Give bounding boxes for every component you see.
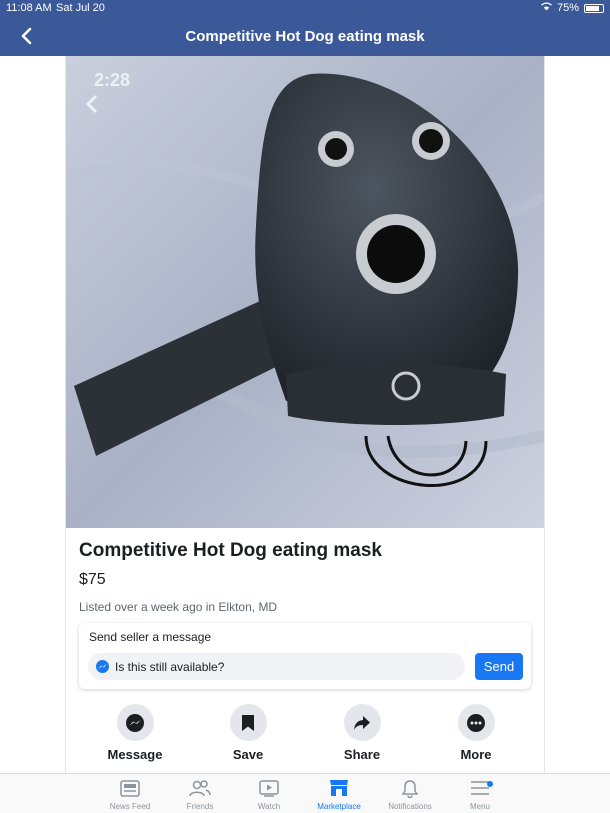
share-action-button[interactable]: Share [322, 704, 402, 762]
message-heading: Send seller a message [89, 630, 212, 644]
photo-embedded-time: 2:28 [94, 70, 130, 90]
battery-icon [584, 3, 604, 13]
tab-notifications[interactable]: Notifications [370, 778, 450, 811]
tab-watch[interactable]: Watch [229, 778, 309, 811]
action-row: Message Save Share More [66, 704, 544, 766]
tab-label: News Feed [109, 802, 151, 811]
tab-label: Watch [257, 802, 281, 811]
share-label: Share [343, 747, 381, 762]
more-label: More [460, 747, 492, 762]
save-action-button[interactable]: Save [208, 704, 288, 762]
share-icon [343, 704, 381, 741]
tab-friends[interactable]: Friends [160, 778, 240, 811]
message-label: Message [107, 747, 163, 762]
tab-menu[interactable]: Menu [440, 778, 520, 811]
tab-label: Notifications [388, 802, 432, 811]
marketplace-icon [299, 778, 379, 798]
save-label: Save [232, 747, 264, 762]
bell-icon [370, 778, 450, 798]
tab-marketplace[interactable]: Marketplace [299, 778, 379, 811]
tab-label: Marketplace [317, 802, 361, 811]
news-feed-icon [90, 778, 170, 798]
tab-news-feed[interactable]: News Feed [90, 778, 170, 811]
tab-label: Friends [186, 802, 214, 811]
navbar: Competitive Hot Dog eating mask [0, 16, 610, 56]
wifi-icon [541, 2, 552, 14]
menu-icon [440, 778, 520, 798]
more-icon [457, 704, 495, 741]
status-time: 11:08 AM [6, 2, 52, 14]
page-title: Competitive Hot Dog eating mask [185, 28, 425, 45]
friends-icon [160, 778, 240, 798]
messenger-icon [116, 704, 154, 741]
listing-card: 2:28 Competitive Hot Dog eating mask $75… [65, 56, 545, 773]
listing-price: $75 [79, 571, 106, 588]
send-message-box: Send seller a message Is this still avai… [79, 623, 531, 689]
bookmark-icon [229, 704, 267, 741]
more-action-button[interactable]: More [436, 704, 516, 762]
messenger-icon [96, 660, 109, 673]
send-button[interactable]: Send [475, 653, 523, 680]
notification-dot [487, 781, 493, 787]
status-indicators: 75% [541, 2, 604, 14]
message-input[interactable]: Is this still available? [88, 653, 465, 680]
message-input-value: Is this still available? [115, 659, 225, 674]
watch-icon [229, 778, 309, 798]
bottom-tab-bar: News Feed Friends Watch Marketplace Noti… [0, 773, 610, 813]
battery-percent: 75% [556, 2, 579, 14]
listing-title: Competitive Hot Dog eating mask [79, 540, 382, 561]
tab-label: Menu [469, 802, 490, 811]
listing-meta: Listed over a week ago in Elkton, MD [79, 600, 278, 614]
status-date: Sat Jul 20 [56, 2, 105, 14]
listing-photo[interactable]: 2:28 [66, 56, 544, 528]
status-bar: 11:08 AM Sat Jul 20 75% [0, 0, 610, 16]
message-action-button[interactable]: Message [95, 704, 175, 762]
